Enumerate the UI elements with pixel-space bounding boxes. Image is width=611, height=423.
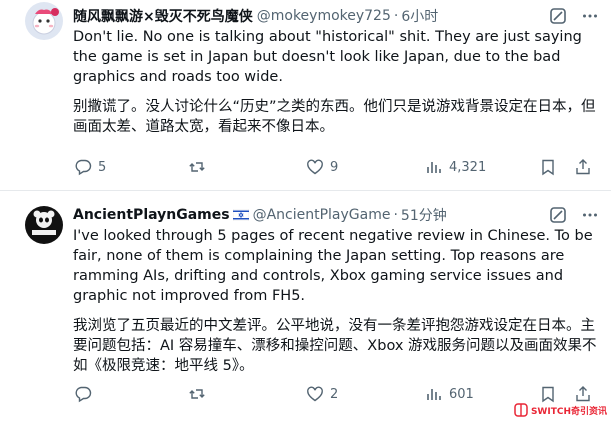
- views-icon: [425, 385, 443, 403]
- tweet-text: Don't lie. No one is talking about "hist…: [73, 27, 598, 147]
- avatar[interactable]: [25, 206, 63, 244]
- like-count: 2: [330, 386, 339, 402]
- tweet[interactable]: 随风飘飘游×毁灭不死鸟魔侠 @mokeymokey725 · 6小时 Don't…: [0, 0, 611, 191]
- share-button[interactable]: [574, 156, 592, 178]
- tweet-paragraph-zh: 我浏览了五页最近的中文差评。公平地说，没有一条差评抱怨游戏设定在日本。主要问题包…: [73, 318, 597, 374]
- israel-flag-icon: [232, 209, 249, 221]
- timestamp[interactable]: 6小时: [401, 6, 438, 26]
- like-icon: [306, 385, 324, 403]
- separator-dot: ·: [393, 8, 399, 24]
- like-icon: [306, 158, 324, 176]
- bookmark-button[interactable]: [539, 156, 557, 178]
- tweet-header: AncientPlaynGames @AncientPlayGame · 51分…: [73, 204, 571, 226]
- share-icon: [574, 158, 592, 176]
- display-name[interactable]: 随风飘飘游×毁灭不死鸟魔侠: [73, 6, 253, 26]
- like-button[interactable]: 2: [306, 383, 338, 405]
- bookmark-button[interactable]: [539, 383, 557, 405]
- action-bar: 5 9 4,321: [74, 156, 599, 178]
- watermark-text: SWITCH奇引资讯: [530, 406, 607, 417]
- grok-icon[interactable]: [549, 7, 567, 25]
- views-button[interactable]: 4,321: [425, 156, 486, 178]
- user-handle[interactable]: @mokeymokey725: [257, 8, 391, 24]
- separator-dot: ·: [393, 207, 398, 223]
- views-count: 4,321: [449, 159, 487, 175]
- reply-button[interactable]: [74, 383, 98, 405]
- more-icon[interactable]: [581, 206, 599, 224]
- timestamp[interactable]: 51分钟: [401, 205, 447, 225]
- tweet-paragraph-en: I've looked through 5 pages of recent ne…: [73, 228, 593, 304]
- switch-logo-icon: [514, 403, 528, 417]
- avatar[interactable]: [25, 2, 63, 40]
- retweet-button[interactable]: [188, 156, 212, 178]
- bookmark-icon: [539, 385, 557, 403]
- tweet-paragraph-zh: 别撒谎了。没人讨论什么“历史”之类的东西。他们只是说游戏背景设定在日本，但画面太…: [73, 99, 596, 135]
- watermark: SWITCH奇引资讯: [514, 403, 607, 417]
- retweet-button[interactable]: [188, 383, 212, 405]
- action-bar: 2 601: [74, 383, 599, 405]
- tweet-paragraph-en: Don't lie. No one is talking about "hist…: [73, 29, 582, 85]
- tweet-text: I've looked through 5 pages of recent ne…: [73, 226, 598, 386]
- user-handle[interactable]: @AncientPlayGame: [253, 207, 391, 223]
- reply-button[interactable]: 5: [74, 156, 106, 178]
- views-count: 601: [449, 386, 474, 402]
- tweet[interactable]: AncientPlaynGames @AncientPlayGame · 51分…: [0, 192, 611, 423]
- bookmark-icon: [539, 158, 557, 176]
- display-name[interactable]: AncientPlaynGames: [73, 207, 230, 223]
- header-actions: [549, 7, 599, 25]
- timeline: 随风飘飘游×毁灭不死鸟魔侠 @mokeymokey725 · 6小时 Don't…: [0, 0, 611, 423]
- like-count: 9: [330, 159, 339, 175]
- views-button[interactable]: 601: [425, 383, 474, 405]
- header-actions: [549, 206, 599, 224]
- reply-count: 5: [98, 159, 107, 175]
- retweet-icon: [188, 158, 206, 176]
- reply-icon: [74, 385, 92, 403]
- more-icon[interactable]: [581, 7, 599, 25]
- retweet-icon: [188, 385, 206, 403]
- like-button[interactable]: 9: [306, 156, 338, 178]
- tweet-header: 随风飘飘游×毁灭不死鸟魔侠 @mokeymokey725 · 6小时: [73, 5, 571, 27]
- share-button[interactable]: [574, 383, 592, 405]
- grok-icon[interactable]: [549, 206, 567, 224]
- reply-icon: [74, 158, 92, 176]
- views-icon: [425, 158, 443, 176]
- share-icon: [574, 385, 592, 403]
